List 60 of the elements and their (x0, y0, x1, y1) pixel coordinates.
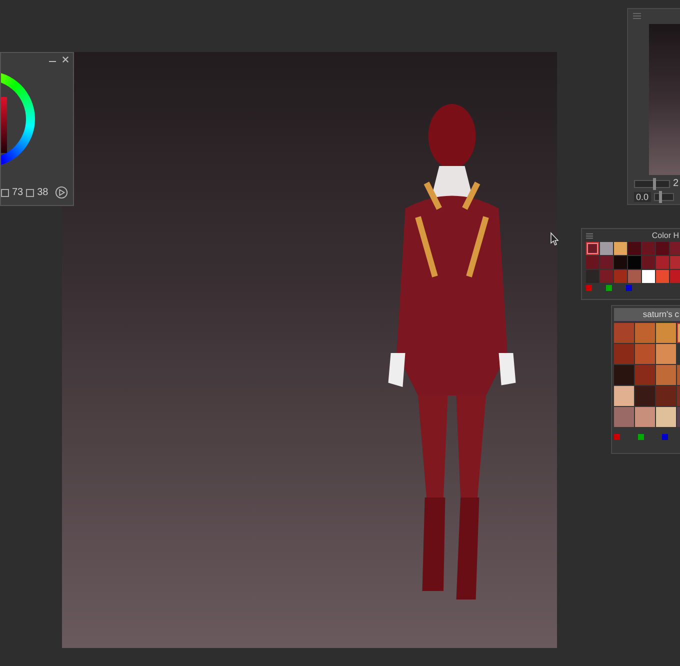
color-swatch[interactable] (614, 386, 634, 406)
color-swatch[interactable] (614, 407, 634, 427)
color-swatch[interactable] (635, 365, 655, 385)
color-swatch[interactable] (656, 344, 676, 364)
color-swatch[interactable] (586, 242, 599, 255)
close-icon[interactable] (62, 56, 69, 62)
color-swatch[interactable] (614, 365, 634, 385)
color-swatch[interactable] (635, 407, 655, 427)
panel-title: saturn's c (614, 308, 680, 321)
color-swatch[interactable] (656, 256, 669, 269)
color-swatch[interactable] (656, 242, 669, 255)
color-swatch[interactable] (656, 386, 676, 406)
menu-icon[interactable] (586, 232, 593, 238)
color-swatch[interactable] (656, 407, 676, 427)
color-swatch[interactable] (670, 256, 680, 269)
channel-square-icon[interactable] (586, 285, 592, 291)
minimize-icon[interactable] (49, 60, 56, 62)
color-swatch[interactable] (614, 344, 634, 364)
color-swatch[interactable] (614, 242, 627, 255)
color-swatch[interactable] (600, 270, 613, 283)
channel-square-icon[interactable] (614, 434, 620, 440)
color-swatch[interactable] (642, 256, 655, 269)
channel-square-icon[interactable] (606, 285, 612, 291)
rotation-field[interactable]: 0.0 (634, 192, 651, 202)
value-icon (26, 188, 34, 196)
play-icon[interactable] (55, 186, 68, 199)
slider-thumb[interactable] (652, 178, 656, 190)
color-swatch[interactable] (635, 323, 655, 343)
color-swatch[interactable] (586, 256, 599, 269)
color-swatch[interactable] (614, 323, 634, 343)
color-swatch[interactable] (628, 242, 641, 255)
color-swatch[interactable] (670, 242, 680, 255)
color-swatch[interactable] (635, 386, 655, 406)
color-swatch[interactable] (600, 256, 613, 269)
color-swatch[interactable] (635, 344, 655, 364)
panel-title: Color H (652, 231, 679, 240)
saturation-icon (1, 188, 9, 196)
color-swatch[interactable] (628, 256, 641, 269)
color-swatch[interactable] (642, 242, 655, 255)
color-swatch[interactable] (670, 270, 680, 283)
saturation-value-square[interactable] (1, 97, 7, 153)
color-swatch[interactable] (614, 256, 627, 269)
color-swatch[interactable] (656, 270, 669, 283)
pointer-cursor-icon (549, 232, 559, 246)
brightness-value: 38 (37, 186, 48, 198)
menu-icon[interactable] (633, 13, 641, 19)
color-swatch[interactable] (600, 242, 613, 255)
channel-square-icon[interactable] (626, 285, 632, 291)
saturation-value: 73 (12, 186, 24, 198)
slider-thumb[interactable] (658, 190, 662, 202)
color-swatch[interactable] (642, 270, 655, 283)
color-swatch[interactable] (656, 323, 676, 343)
channel-square-icon[interactable] (662, 434, 668, 440)
color-swatch[interactable] (614, 270, 627, 283)
color-swatch[interactable] (586, 270, 599, 283)
channel-square-icon[interactable] (638, 434, 644, 440)
color-swatch[interactable] (628, 270, 641, 283)
color-swatch[interactable] (656, 365, 676, 385)
zoom-value: 2 (673, 178, 679, 189)
canvas[interactable] (62, 52, 557, 648)
